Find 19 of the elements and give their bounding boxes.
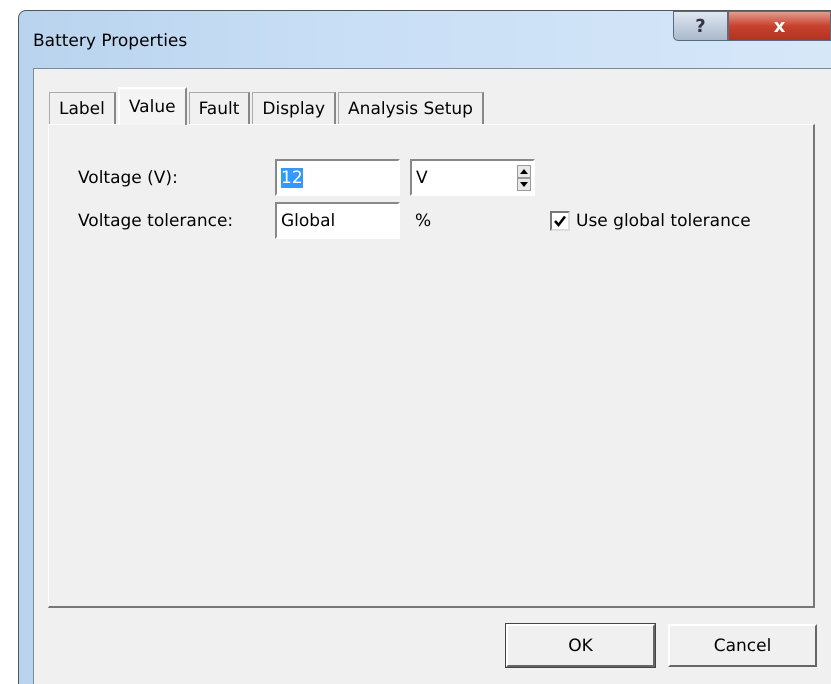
unit-spinner[interactable]: V (410, 159, 535, 196)
unit-label: % (414, 210, 432, 230)
help-button[interactable]: ? (673, 11, 728, 41)
ok-button[interactable]: OK (506, 624, 655, 667)
tab[interactable]: Analysis Setup (338, 92, 484, 124)
tab[interactable]: Display (252, 92, 336, 124)
spin-arrows-icon[interactable] (517, 164, 531, 190)
window-title: Battery Properties (33, 31, 188, 51)
input-field[interactable]: Global (275, 202, 400, 239)
tab[interactable]: Value (118, 87, 187, 125)
cancel-button[interactable]: Cancel (668, 624, 817, 667)
tab[interactable]: Label (49, 92, 116, 124)
field-label: Voltage (V): (78, 168, 179, 188)
field-label: Voltage tolerance: (78, 210, 234, 230)
use-global-tolerance-checkbox[interactable]: Use global tolerance (550, 210, 813, 230)
tab[interactable]: Fault (188, 92, 250, 124)
close-button[interactable]: x (728, 11, 831, 41)
check-icon (553, 214, 567, 228)
checkbox[interactable] (550, 210, 570, 230)
